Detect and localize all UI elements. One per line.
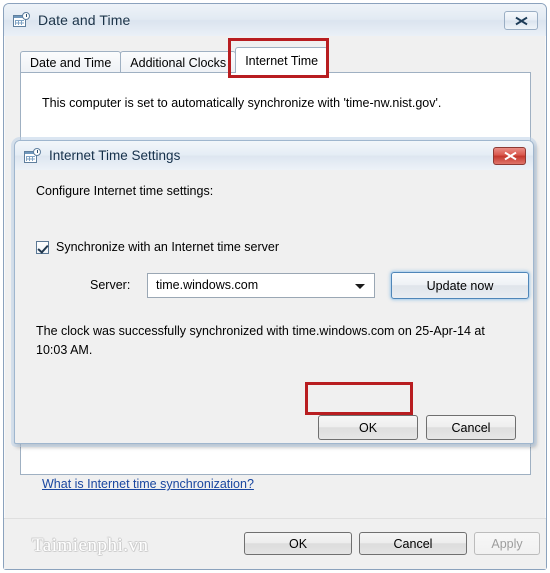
tab-label: Additional Clocks — [130, 55, 227, 70]
tab-date-and-time[interactable]: Date and Time — [20, 51, 122, 73]
window-title: Date and Time — [38, 12, 131, 28]
tabstrip: Date and Time Additional Clocks Internet… — [20, 47, 329, 73]
server-row: Server: time.windows.com Update now — [36, 272, 529, 299]
server-label: Server: — [90, 278, 131, 292]
window-titlebar: Date and Time — [4, 4, 546, 36]
internet-time-settings-dialog: Internet Time Settings Configure Interne… — [14, 140, 534, 444]
ok-button[interactable]: OK — [244, 532, 352, 555]
close-x-glyph — [504, 151, 516, 161]
tab-label: Internet Time — [245, 53, 319, 68]
calendar-clock-icon — [13, 12, 30, 28]
inner-ok-button[interactable]: OK — [318, 415, 418, 440]
cancel-button[interactable]: Cancel — [359, 532, 467, 555]
inner-dialog-body: Configure Internet time settings: Synchr… — [16, 170, 532, 442]
tab-label: Date and Time — [30, 55, 112, 70]
inner-titlebar: Internet Time Settings — [15, 141, 533, 170]
inner-cancel-button[interactable]: Cancel — [426, 415, 516, 440]
calendar-clock-icon — [24, 147, 41, 164]
close-x-glyph — [515, 16, 527, 26]
inner-dialog-title: Internet Time Settings — [49, 148, 181, 163]
close-icon[interactable] — [493, 147, 526, 165]
close-icon[interactable] — [504, 11, 538, 30]
sync-status-line: This computer is set to automatically sy… — [42, 96, 442, 110]
sync-checkbox-row[interactable]: Synchronize with an Internet time server — [36, 240, 279, 254]
dialog-button-bar: Taimienphi.vn OK Cancel Apply — [4, 518, 546, 569]
chevron-down-icon[interactable] — [355, 284, 365, 289]
configure-label: Configure Internet time settings: — [36, 184, 214, 198]
sync-result-text: The clock was successfully synchronized … — [36, 324, 485, 357]
server-selected-value: time.windows.com — [156, 278, 259, 292]
tab-additional-clocks[interactable]: Additional Clocks — [120, 51, 237, 73]
what-is-internet-time-link[interactable]: What is Internet time synchronization? — [42, 477, 254, 491]
watermark: Taimienphi.vn — [32, 535, 149, 556]
update-now-button[interactable]: Update now — [391, 272, 529, 299]
tab-internet-time[interactable]: Internet Time — [235, 47, 329, 73]
sync-checkbox-label: Synchronize with an Internet time server — [56, 240, 280, 254]
apply-button[interactable]: Apply — [474, 532, 540, 555]
server-combobox[interactable]: time.windows.com — [147, 273, 375, 298]
sync-checkbox[interactable] — [36, 240, 49, 254]
